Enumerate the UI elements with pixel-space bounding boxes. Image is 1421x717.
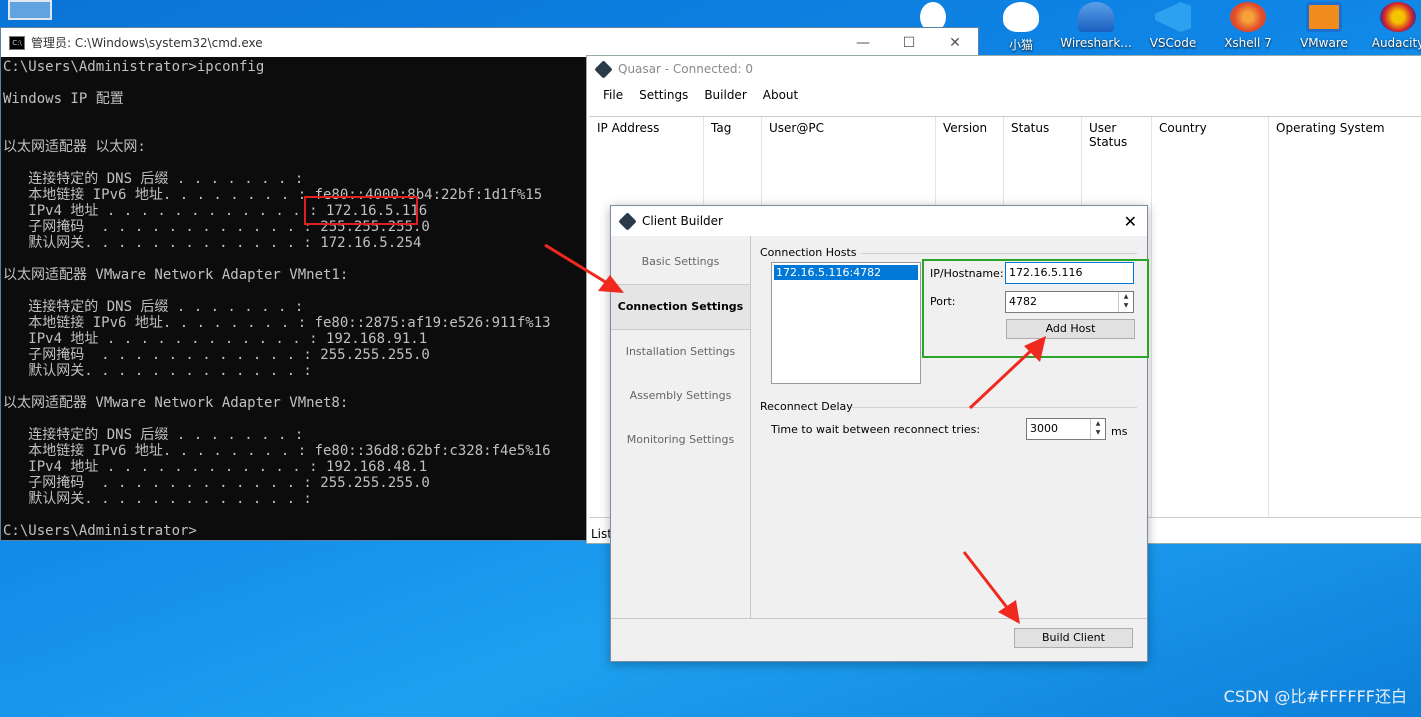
annotation-arrows [544, 243, 1046, 624]
arrowhead-icon [598, 275, 624, 293]
watermark-text: CSDN @比#FFFFFF还白 [1223, 687, 1407, 706]
arrow-to-add-host [968, 344, 1038, 410]
arrowhead-icon [1024, 336, 1046, 362]
arrow-to-build-client [962, 551, 1014, 615]
arrow-to-connection-settings [544, 243, 613, 288]
arrowhead-icon [998, 600, 1020, 624]
